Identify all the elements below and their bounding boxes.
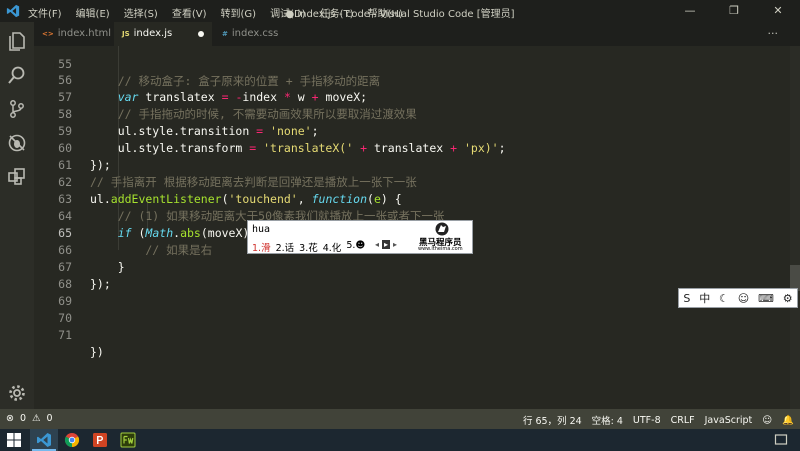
close-window-button[interactable]: ✕ [756,0,800,22]
code-line: 57 // 手指拖动的时候, 不需要动画效果所以要取消过渡效果 [34,72,790,121]
vscode-logo-icon [6,4,20,18]
menu-help[interactable]: 帮助(H) [368,5,403,20]
ime-mode-button[interactable]: 中 [699,290,710,306]
horse-logo-icon [435,222,449,236]
html-file-icon: <> [42,30,54,38]
ime-settings-icon[interactable]: ⚙ [783,292,793,305]
system-tray[interactable] [760,429,800,451]
search-icon[interactable] [7,65,27,85]
menu-edit[interactable]: 编辑(E) [76,5,110,20]
cursor-position[interactable]: 行 65，列 24 [523,413,582,427]
explorer-files-icon[interactable] [7,31,27,51]
menu-tasks[interactable]: 任务(T) [320,5,354,20]
code-line: 69 [34,276,790,308]
ime-page-nav: ◂ ▸ ▸ [373,240,399,249]
file-encoding[interactable]: UTF-8 [633,415,661,426]
problems-indicator[interactable]: ⊗ 0 ⚠ 0 [6,413,53,424]
code-line: 56 var translatex = -index * w + moveX; [34,55,790,104]
menu-bar: 文件(F) 编辑(E) 选择(S) 查看(V) 转到(G) 调试(D) 任务(T… [28,5,403,20]
windows-taskbar [0,429,800,451]
ime-more-icon[interactable]: ▸ [391,240,399,249]
code-line: 59 ul.style.transform = 'translateX(' + … [34,106,790,155]
fireworks-icon [120,432,136,448]
taskbar-vscode[interactable] [30,429,58,451]
taskbar-powerpoint[interactable] [86,429,114,451]
ime-composition: hua [252,224,271,235]
activity-bar [0,22,34,409]
error-icon: ⊗ [6,413,14,424]
code-line: 62 ul.addEventListener('touchend', funct… [34,157,790,206]
editor-tabs: <> index.html JS index.js # index.css ··· [34,22,800,46]
ime-candidate[interactable]: 3.花 [299,240,318,254]
menu-go[interactable]: 转到(G) [221,5,257,20]
editor-scrollbar[interactable] [790,46,800,409]
ime-candidate[interactable]: 1.滑 [252,240,271,254]
sogou-logo-icon[interactable]: S [683,292,690,305]
extensions-icon[interactable] [7,167,27,187]
minimize-button[interactable]: — [668,0,712,22]
ime-keyboard-icon[interactable]: ⌨ [758,292,774,305]
powerpoint-icon [93,433,107,447]
css-file-icon: # [222,30,228,38]
tab-label: index.js [133,28,173,39]
ime-emoji-icon[interactable]: ☺ [738,292,749,305]
line-number: 71 [58,328,72,342]
more-actions-icon[interactable]: ··· [768,27,779,40]
ime-toolbar: S 中 ☾ ☺ ⌨ ⚙ [678,288,798,308]
code-line: 68 [34,259,790,291]
code-line: 58 ul.style.transition = 'none'; [34,89,790,138]
code-line: 61 // 手指离开 根据移动距离去判断是回弹还是播放上一张下一张 [34,140,790,189]
menu-file[interactable]: 文件(F) [28,5,62,20]
ime-punctuation-icon[interactable]: ☾ [719,292,729,305]
code-line: 70 [34,293,790,325]
vscode-icon [37,433,51,447]
code-line: 63 // (1) 如果移动距离大于50像素我们就播放上一张或者下一张 [34,174,790,223]
unsaved-dot-icon[interactable] [198,31,204,37]
warning-count: 0 [46,413,53,424]
ime-prev-page-icon[interactable]: ◂ [373,240,381,249]
code-line: 60 }); [34,123,790,172]
chrome-icon [64,433,80,448]
window-controls: — ❐ ✕ [668,0,800,22]
ime-candidate-list: 1.滑 2.话 3.花 4.化 5.☻ [252,240,365,254]
language-mode[interactable]: JavaScript [705,415,753,426]
tab-index-js[interactable]: JS index.js [114,22,212,46]
settings-gear-icon[interactable] [7,383,27,403]
tab-index-css[interactable]: # index.css [214,22,294,46]
notification-center-icon [774,434,788,445]
windows-start-icon [7,433,21,447]
warning-icon: ⚠ [32,413,41,424]
ime-next-page-icon[interactable]: ▸ [382,240,390,249]
tab-index-html[interactable]: <> index.html [34,22,112,46]
source-control-icon[interactable] [7,99,27,119]
tab-label: index.html [57,28,112,39]
menu-debug[interactable]: 调试(D) [270,5,306,20]
code-line: 64 if (Math.abs(moveX) > 50) { [34,191,790,240]
maximize-button[interactable]: ❐ [712,0,756,22]
feedback-smiley-icon[interactable]: ☺ [762,415,772,426]
indentation[interactable]: 空格: 4 [592,413,623,427]
error-count: 0 [19,413,27,424]
ime-candidate-popup: hua 1.滑 2.话 3.花 4.化 5.☻ ◂ ▸ ▸ 黑马程序员 www.… [247,220,473,254]
ime-candidate[interactable]: 2.话 [276,240,295,254]
menu-view[interactable]: 查看(V) [172,5,207,20]
menu-selection[interactable]: 选择(S) [124,5,158,20]
status-bar: ⊗ 0 ⚠ 0 行 65，列 24 空格: 4 UTF-8 CRLF JavaS… [0,409,800,429]
notifications-bell-icon[interactable]: 🔔 [782,415,794,426]
tab-label: index.css [231,28,279,39]
end-of-line[interactable]: CRLF [671,415,695,426]
start-button[interactable] [0,429,28,451]
taskbar-fireworks[interactable] [114,429,142,451]
js-file-icon: JS [122,30,130,38]
taskbar-chrome[interactable] [58,429,86,451]
debug-icon[interactable] [7,133,27,153]
code-line: 71 }) [34,310,790,359]
title-bar: 文件(F) 编辑(E) 选择(S) 查看(V) 转到(G) 调试(D) 任务(T… [0,0,800,22]
ime-candidate[interactable]: 5.☻ [346,240,365,254]
ime-candidate[interactable]: 4.化 [323,240,342,254]
brand-watermark: 黑马程序员 www.itheima.com [414,222,472,254]
brand-url: www.itheima.com [418,246,463,252]
line-code: }) [90,345,104,359]
